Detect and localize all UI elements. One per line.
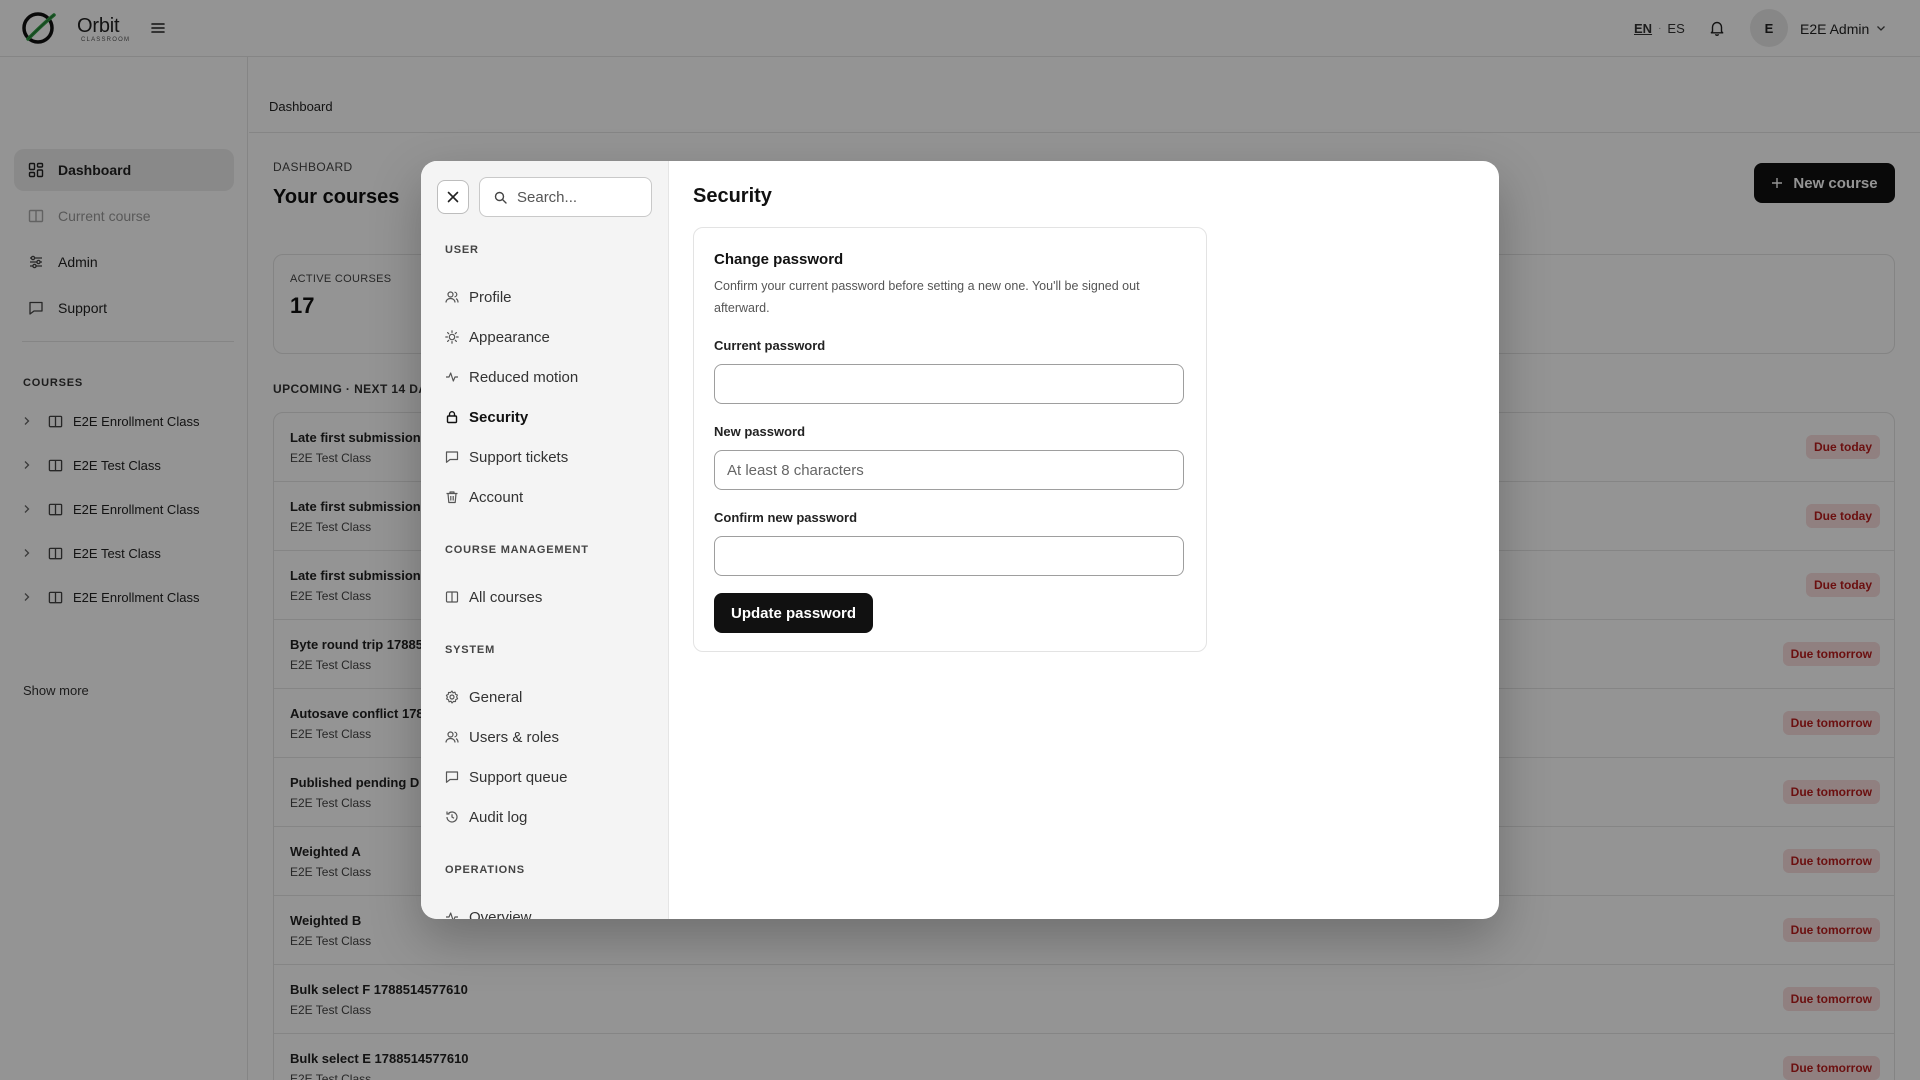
change-password-card: Change password Confirm your current pas… — [693, 227, 1207, 652]
new-password-label: New password — [714, 424, 806, 439]
nav-item-label: Overview — [469, 908, 532, 920]
trash-icon — [446, 491, 458, 504]
nav-item-profile[interactable]: Profile — [445, 284, 512, 310]
sun-icon — [445, 330, 459, 344]
close-icon — [447, 191, 459, 203]
settings-nav: USER Profile Appearance Reduced motion S… — [421, 161, 669, 919]
user-icon — [445, 291, 459, 303]
nav-item-label: Support tickets — [469, 448, 569, 466]
nav-item-reduced-motion[interactable]: Reduced motion — [445, 364, 578, 390]
confirm-password-field[interactable] — [714, 536, 1184, 576]
nav-item-label: General — [469, 688, 523, 706]
nav-item-label: Audit log — [469, 808, 528, 826]
activity-icon — [446, 372, 458, 382]
nav-item-account[interactable]: Account — [445, 484, 523, 510]
nav-item-users-roles[interactable]: Users & roles — [445, 724, 559, 750]
nav-item-label: Reduced motion — [469, 368, 579, 386]
settings-modal: USER Profile Appearance Reduced motion S… — [421, 161, 1499, 919]
current-password-label: Current password — [714, 338, 826, 353]
users-icon — [445, 731, 459, 743]
chat-icon — [445, 451, 459, 463]
nav-heading-system: SYSTEM — [445, 644, 496, 656]
nav-item-support-queue[interactable]: Support queue — [445, 764, 567, 790]
nav-item-general[interactable]: General — [445, 684, 522, 710]
update-password-button[interactable]: Update password — [714, 593, 873, 633]
nav-item-support-tickets[interactable]: Support tickets — [445, 444, 568, 470]
current-password-field[interactable] — [714, 364, 1184, 404]
nav-item-overview[interactable]: Overview — [445, 904, 532, 919]
nav-item-label: Support queue — [469, 768, 568, 786]
confirm-password-label: Confirm new password — [714, 510, 858, 525]
new-password-field[interactable] — [714, 450, 1184, 490]
card-description: Confirm your current password before set… — [714, 279, 1140, 315]
nav-heading-operations: OPERATIONS — [445, 864, 525, 876]
settings-content: Security Change password Confirm your cu… — [670, 161, 1499, 919]
nav-item-label: Users & roles — [469, 728, 560, 746]
history-icon — [446, 811, 458, 823]
settings-search[interactable] — [479, 177, 652, 217]
nav-item-label: Account — [469, 488, 524, 506]
nav-item-label: Security — [469, 408, 529, 426]
close-button[interactable] — [437, 180, 469, 214]
search-input[interactable] — [517, 188, 637, 206]
nav-heading-user: USER — [445, 244, 479, 256]
chat-icon — [445, 771, 459, 783]
nav-item-appearance[interactable]: Appearance — [445, 324, 550, 350]
nav-item-label: Appearance — [469, 328, 550, 346]
activity-icon — [446, 912, 458, 919]
nav-heading-course-management: COURSE MANAGEMENT — [445, 544, 589, 556]
lock-icon — [446, 411, 458, 424]
card-title: Change password — [714, 251, 844, 268]
nav-item-all-courses[interactable]: All courses — [445, 584, 542, 610]
nav-item-audit-log[interactable]: Audit log — [445, 804, 527, 830]
gear-icon — [445, 690, 459, 704]
book-icon — [445, 591, 459, 603]
section-title: Security — [693, 185, 772, 207]
search-icon — [494, 191, 507, 204]
nav-item-label: All courses — [469, 588, 543, 606]
nav-item-label: Profile — [469, 288, 512, 306]
nav-item-security[interactable]: Security — [445, 404, 528, 430]
